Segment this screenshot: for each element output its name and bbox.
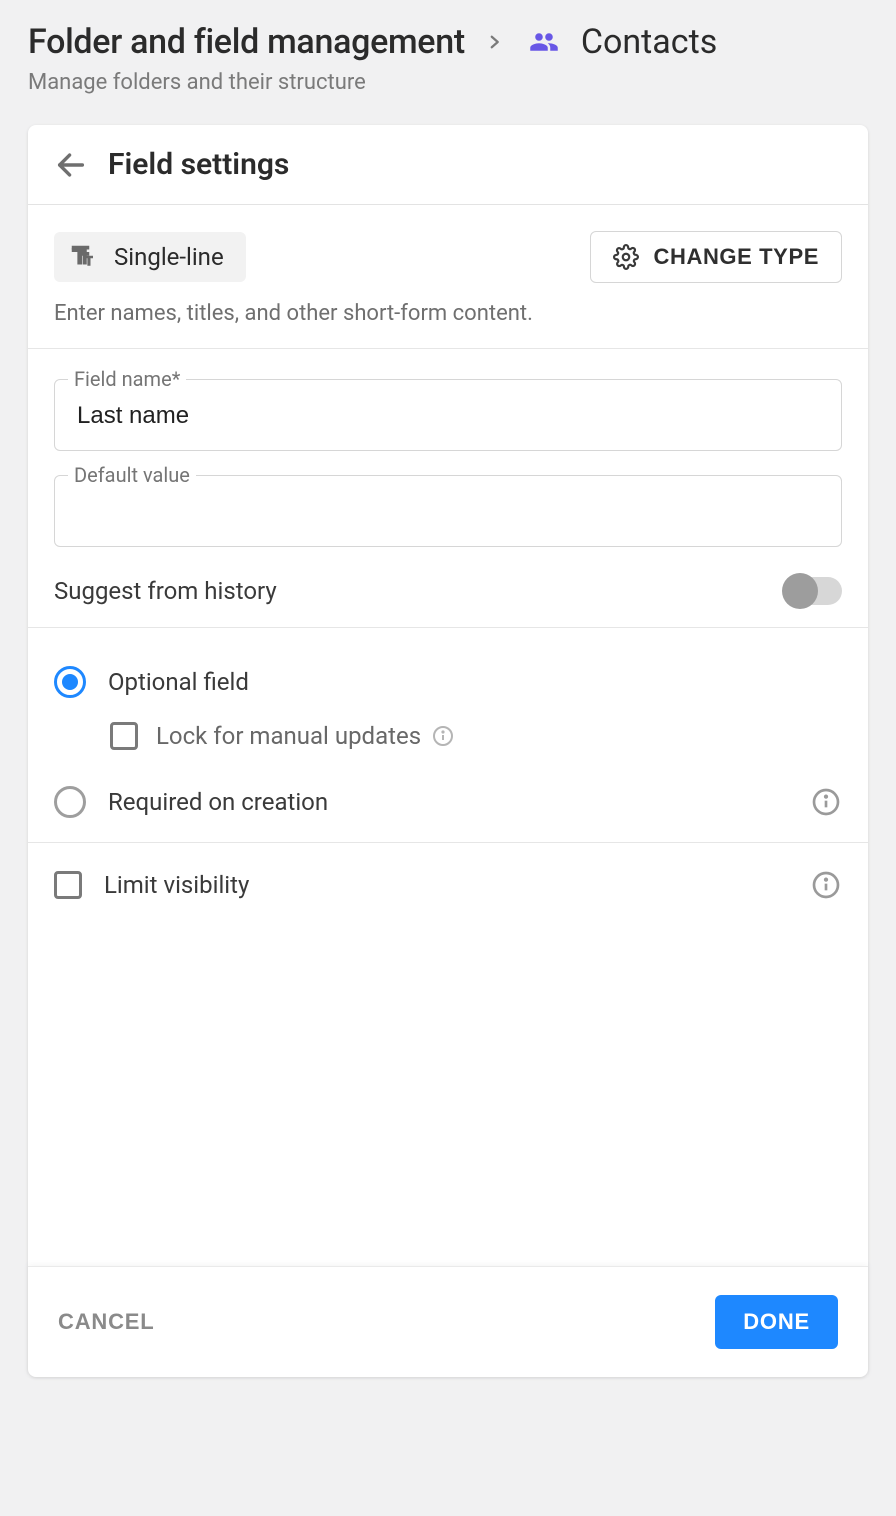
field-name-wrap: Field name* bbox=[54, 379, 842, 451]
default-value-wrap: Default value bbox=[54, 475, 842, 547]
field-settings-panel: Field settings Single-line CHANGE TYPE E… bbox=[28, 125, 868, 1377]
default-value-label: Default value bbox=[68, 463, 196, 487]
limit-visibility-label: Limit visibility bbox=[104, 871, 249, 899]
back-button[interactable] bbox=[54, 148, 88, 182]
panel-footer: CANCEL DONE bbox=[28, 1266, 868, 1377]
required-on-creation-radio[interactable] bbox=[54, 786, 86, 818]
field-type-label: Single-line bbox=[114, 243, 224, 271]
lock-updates-label: Lock for manual updates bbox=[156, 722, 455, 750]
optional-field-radio-row: Optional field bbox=[54, 656, 842, 722]
done-button[interactable]: DONE bbox=[715, 1295, 838, 1349]
change-type-label: CHANGE TYPE bbox=[653, 244, 819, 270]
lock-updates-checkbox[interactable] bbox=[110, 722, 138, 750]
breadcrumb-current-label: Contacts bbox=[581, 22, 717, 62]
text-type-icon bbox=[68, 242, 98, 272]
breadcrumb-current[interactable]: Contacts bbox=[523, 22, 717, 62]
gear-icon bbox=[613, 244, 639, 270]
required-on-creation-label: Required on creation bbox=[108, 788, 328, 816]
info-icon[interactable] bbox=[810, 869, 842, 901]
lock-updates-row: Lock for manual updates bbox=[54, 722, 842, 776]
optional-field-label: Optional field bbox=[108, 668, 249, 696]
cancel-button[interactable]: CANCEL bbox=[58, 1309, 154, 1335]
suggest-history-toggle[interactable] bbox=[784, 577, 842, 605]
toggle-knob bbox=[782, 573, 818, 609]
suggest-history-label: Suggest from history bbox=[54, 577, 277, 605]
visibility-section: Limit visibility bbox=[28, 843, 868, 1266]
radio-dot bbox=[62, 674, 78, 690]
change-type-button[interactable]: CHANGE TYPE bbox=[590, 231, 842, 283]
page-subtitle: Manage folders and their structure bbox=[28, 70, 868, 95]
requirement-options: Optional field Lock for manual updates R… bbox=[28, 628, 868, 843]
field-type-chip: Single-line bbox=[54, 232, 246, 282]
type-section: Single-line CHANGE TYPE Enter names, tit… bbox=[28, 205, 868, 349]
form-section: Field name* Default value Suggest from h… bbox=[28, 349, 868, 628]
optional-field-radio[interactable] bbox=[54, 666, 86, 698]
panel-title: Field settings bbox=[108, 147, 289, 182]
required-on-creation-row: Required on creation bbox=[54, 776, 842, 828]
field-name-label: Field name* bbox=[68, 367, 186, 391]
limit-visibility-checkbox[interactable] bbox=[54, 871, 82, 899]
type-description: Enter names, titles, and other short-for… bbox=[54, 301, 842, 326]
breadcrumb: Folder and field management Contacts bbox=[28, 22, 868, 62]
people-icon bbox=[523, 27, 565, 57]
info-icon[interactable] bbox=[810, 786, 842, 818]
suggest-history-row: Suggest from history bbox=[54, 571, 842, 605]
breadcrumb-root[interactable]: Folder and field management bbox=[28, 22, 465, 62]
chevron-right-icon bbox=[485, 28, 503, 56]
panel-header: Field settings bbox=[28, 125, 868, 205]
info-icon[interactable] bbox=[431, 724, 455, 748]
limit-visibility-row: Limit visibility bbox=[54, 869, 842, 901]
